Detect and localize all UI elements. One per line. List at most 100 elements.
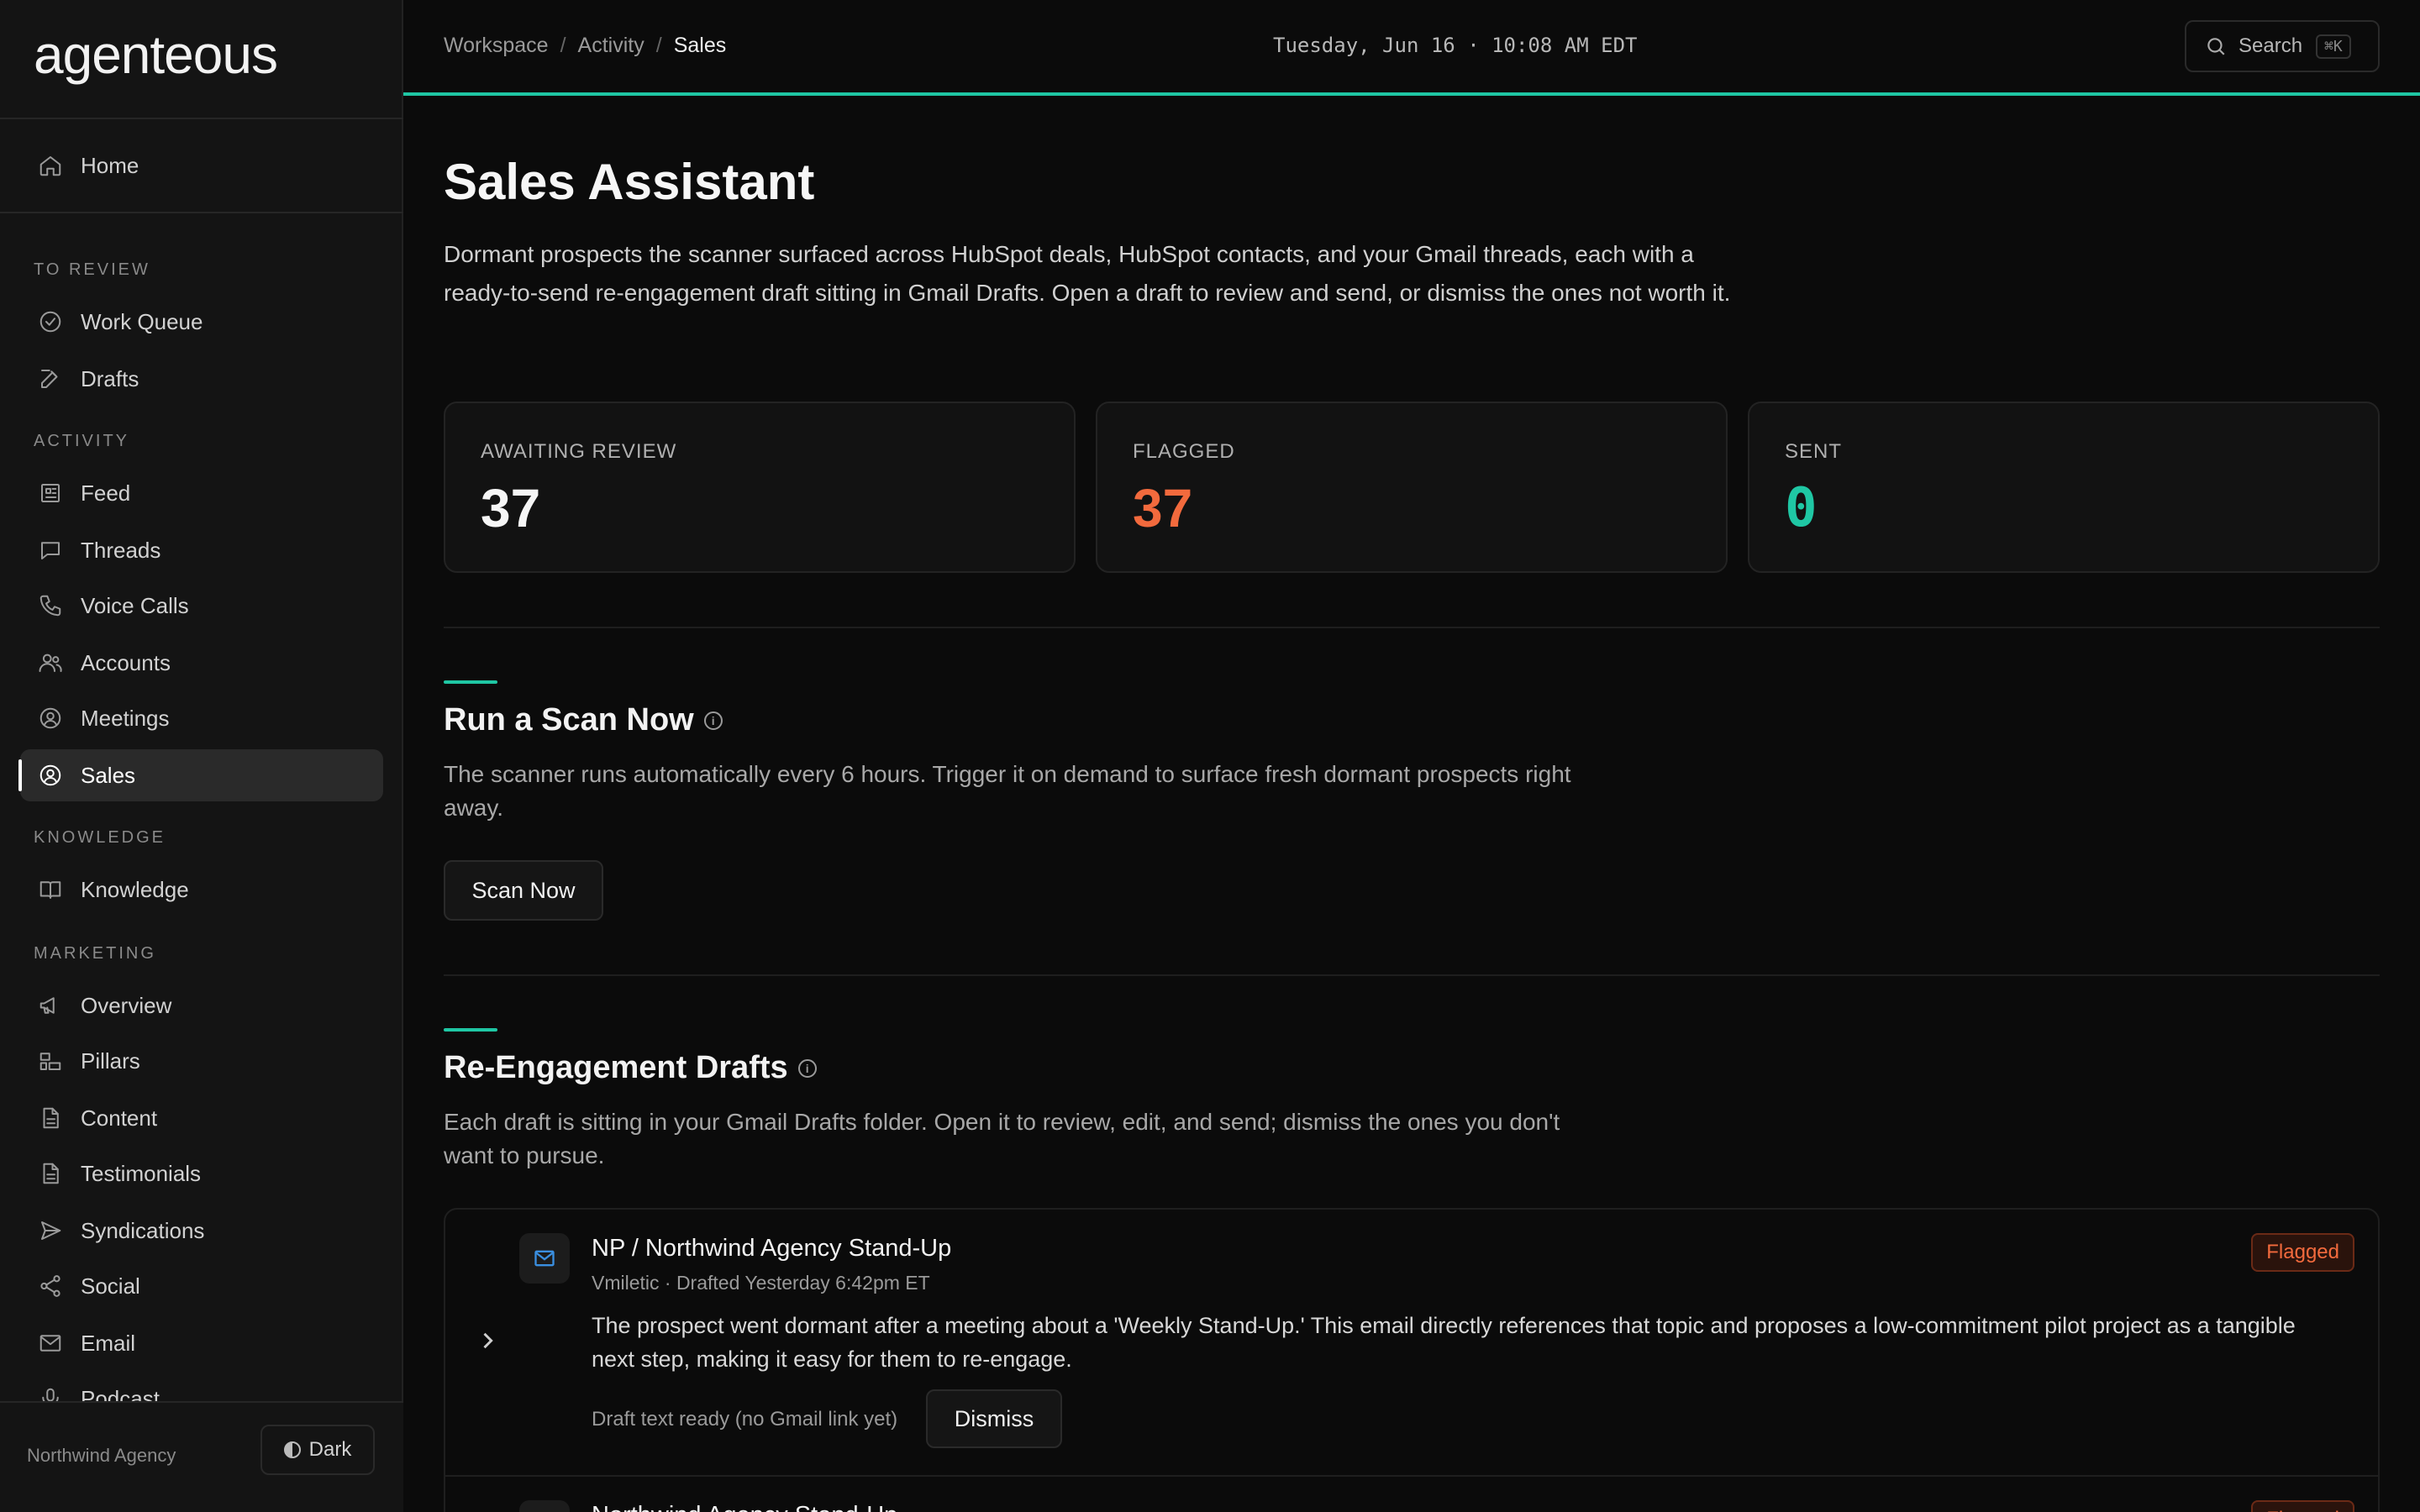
sidebar-item-pillars[interactable]: Pillars (20, 1035, 383, 1087)
check-circle-icon (37, 308, 64, 335)
contrast-icon (283, 1441, 301, 1458)
pillars-icon (37, 1047, 64, 1074)
theme-toggle-button[interactable]: Dark (260, 1425, 375, 1475)
sidebar-item-label: Content (81, 1105, 158, 1131)
sidebar-item-label: Home (81, 152, 139, 178)
section-label-knowledge: KNOWLEDGE (34, 828, 166, 847)
user-circle-icon (37, 762, 64, 789)
sidebar-item-content[interactable]: Content (20, 1092, 383, 1144)
sidebar-item-social[interactable]: Social (20, 1260, 383, 1312)
chat-bubble-icon (37, 537, 64, 564)
breadcrumb-sales: Sales (673, 34, 727, 57)
sidebar-item-label: Social (81, 1273, 140, 1299)
sidebar-item-label: Work Queue (81, 308, 203, 334)
document-icon (37, 1105, 64, 1131)
section-label-to-review: TO REVIEW (34, 260, 150, 279)
sidebar-item-label: Email (81, 1330, 136, 1356)
sidebar-item-overview[interactable]: Overview (20, 979, 383, 1032)
sidebar-item-work-queue[interactable]: Work Queue (20, 296, 383, 348)
users-icon (37, 649, 64, 676)
sidebar-item-label: Overview (81, 992, 172, 1018)
draft-status: Draft text ready (no Gmail link yet) (592, 1408, 898, 1431)
sidebar-divider (0, 212, 403, 213)
stat-card-flagged: FLAGGED 37 (1096, 402, 1728, 573)
info-icon[interactable]: i (703, 711, 723, 730)
sidebar-item-syndications[interactable]: Syndications (20, 1205, 383, 1257)
breadcrumb-separator: / (560, 34, 566, 57)
sidebar-item-label: Testimonials (81, 1160, 202, 1186)
draft-row[interactable]: Northwind Agency Stand-Up Flagged (445, 1477, 2378, 1512)
draft-body: The prospect went dormant after a meetin… (592, 1313, 2296, 1372)
document-icon (37, 1160, 64, 1187)
scan-title-text: Run a Scan Now (444, 702, 694, 738)
drafts-title-text: Re-Engagement Drafts (444, 1050, 788, 1085)
user-circle-icon (37, 705, 64, 732)
draft-meta: Vmiletic · Drafted Yesterday 6:42pm ET (592, 1272, 930, 1294)
sidebar-item-label: Pillars (81, 1047, 140, 1074)
sidebar-item-label: Drafts (81, 365, 139, 391)
draft-row[interactable]: NP / Northwind Agency Stand-Up Vmiletic … (445, 1210, 2378, 1475)
search-label: Search (2238, 34, 2303, 57)
sidebar-item-label: Syndications (81, 1217, 205, 1243)
sidebar-item-home[interactable]: Home (20, 139, 383, 192)
sidebar-item-feed[interactable]: Feed (20, 467, 383, 519)
section-label-marketing: MARKETING (34, 944, 156, 963)
breadcrumb: Workspace / Activity / Sales (444, 34, 726, 58)
dismiss-button[interactable]: Dismiss (926, 1389, 1062, 1448)
search-icon (2207, 38, 2225, 55)
breadcrumb-workspace[interactable]: Workspace (444, 34, 549, 58)
edit-icon (37, 365, 64, 392)
sidebar-item-sales[interactable]: Sales (18, 749, 383, 801)
section-label-activity: ACTIVITY (34, 432, 130, 450)
mail-icon (37, 1330, 64, 1357)
info-icon[interactable]: i (797, 1058, 817, 1078)
sidebar-item-email[interactable]: Email (20, 1317, 383, 1369)
search-button[interactable]: Search ⌘K (2185, 20, 2380, 72)
scan-now-button[interactable]: Scan Now (444, 860, 603, 921)
megaphone-icon (37, 992, 64, 1019)
page-description: Dormant prospects the scanner surfaced a… (444, 241, 1731, 306)
book-icon (37, 876, 64, 903)
top-header: Workspace / Activity / Sales Tuesday, Ju… (403, 0, 2420, 96)
send-icon (37, 1217, 64, 1244)
scan-section-title: Run a Scan Now i (444, 702, 723, 738)
mail-icon (519, 1233, 570, 1284)
sidebar-item-accounts[interactable]: Accounts (20, 637, 383, 689)
drafts-section-title: Re-Engagement Drafts i (444, 1050, 817, 1086)
draft-title[interactable]: NP / Northwind Agency Stand-Up (592, 1235, 951, 1263)
theme-toggle-label: Dark (308, 1438, 352, 1461)
brand-logo[interactable]: agenteous (34, 24, 278, 86)
sidebar-item-label: Accounts (81, 649, 171, 675)
share-icon (37, 1273, 64, 1299)
chevron-right-icon[interactable] (476, 1329, 499, 1352)
phone-icon (37, 592, 64, 619)
status-badge: Flagged (2251, 1500, 2354, 1512)
sidebar-item-testimonials[interactable]: Testimonials (20, 1147, 383, 1200)
sidebar-item-meetings[interactable]: Meetings (20, 692, 383, 744)
home-icon (37, 152, 64, 179)
sidebar-item-knowledge[interactable]: Knowledge (20, 864, 383, 916)
mail-icon (519, 1500, 570, 1512)
sidebar-item-label: Feed (81, 480, 131, 506)
draft-list: NP / Northwind Agency Stand-Up Vmiletic … (444, 1208, 2380, 1512)
section-divider (444, 627, 2380, 628)
section-divider (444, 974, 2380, 976)
sidebar-divider (0, 118, 403, 119)
sidebar-item-threads[interactable]: Threads (20, 524, 383, 576)
sidebar-item-voice-calls[interactable]: Voice Calls (20, 580, 383, 632)
sidebar-item-drafts[interactable]: Drafts (20, 353, 383, 405)
sidebar-item-label: Voice Calls (81, 592, 189, 618)
sidebar-item-label: Sales (81, 762, 136, 788)
sidebar-footer: Northwind Agency Dark (0, 1401, 403, 1512)
search-shortcut: ⌘K (2316, 34, 2351, 59)
page-title: Sales Assistant (444, 154, 815, 210)
stat-value: 37 (481, 478, 541, 538)
status-badge: Flagged (2251, 1233, 2354, 1272)
breadcrumb-activity[interactable]: Activity (578, 34, 644, 58)
sidebar-item-label: Knowledge (81, 876, 189, 902)
section-accent (444, 680, 497, 684)
breadcrumb-separator: / (655, 34, 662, 57)
sidebar-item-label: Threads (81, 537, 161, 563)
sidebar-item-label: Meetings (81, 705, 170, 731)
draft-title[interactable]: Northwind Agency Stand-Up (592, 1502, 897, 1512)
